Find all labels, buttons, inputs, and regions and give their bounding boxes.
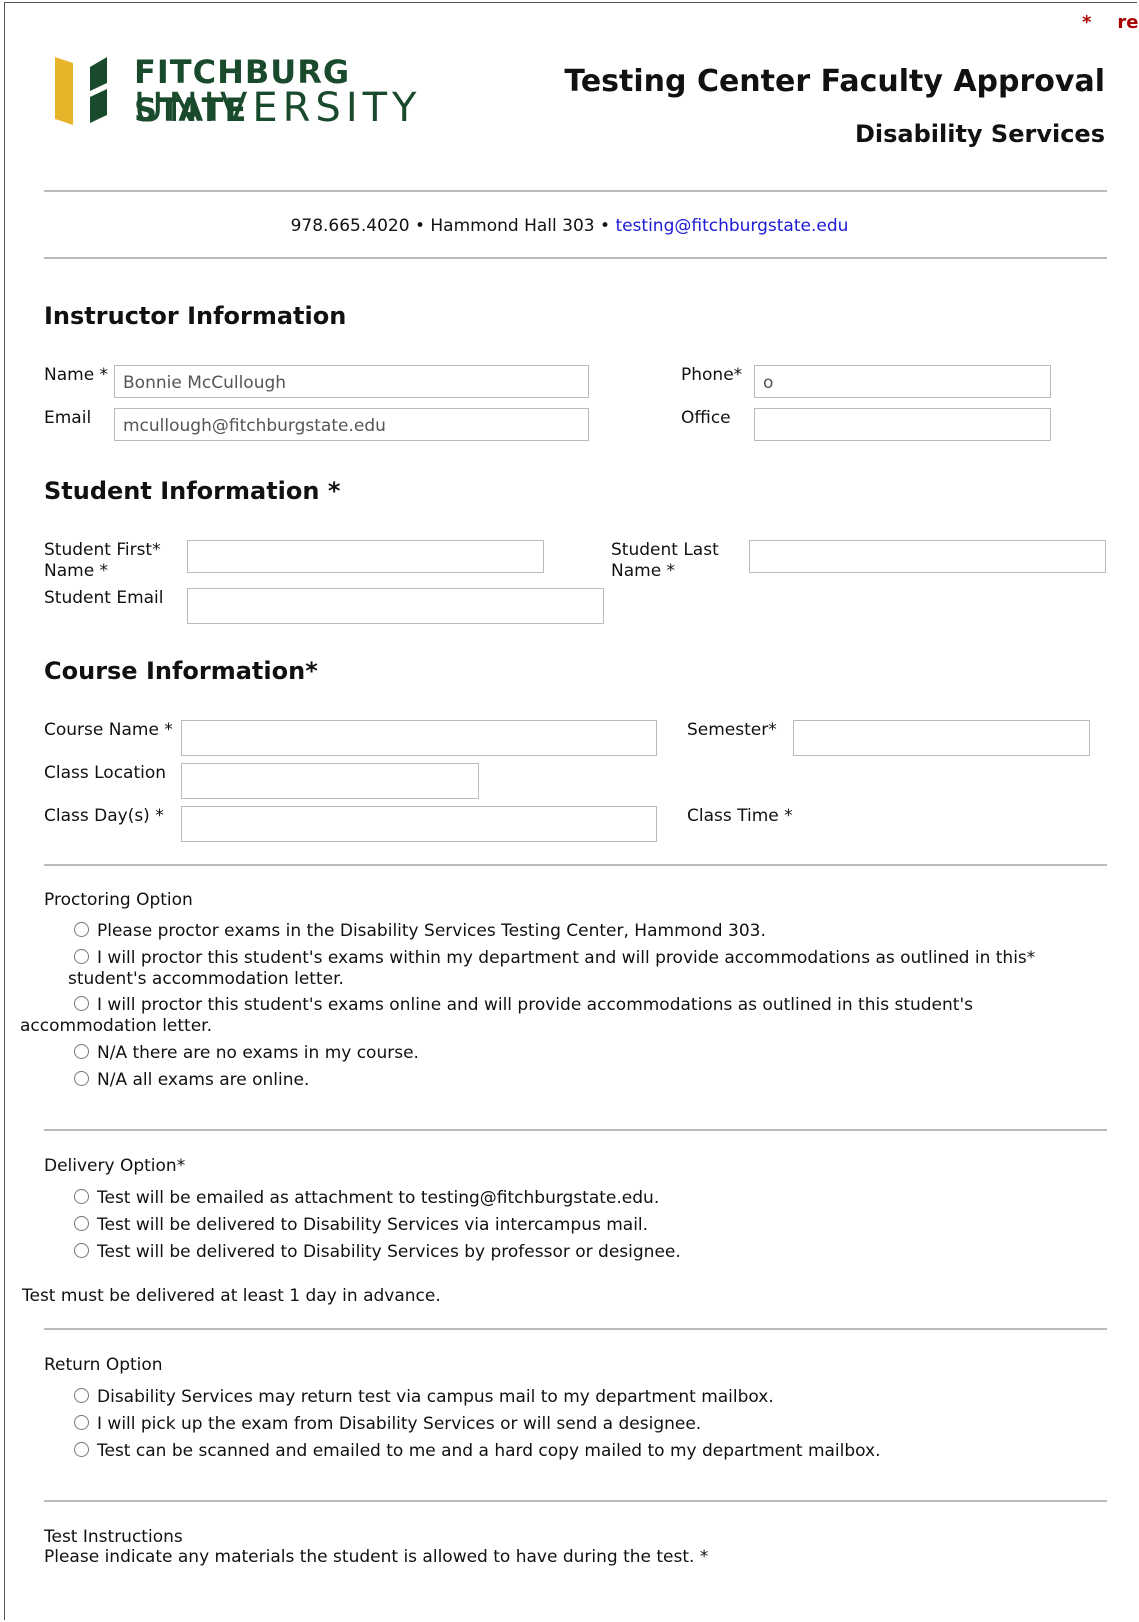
- class-location-label: Class Location: [44, 763, 167, 783]
- divider: [44, 1328, 1107, 1330]
- page-subtitle: Disability Services: [854, 120, 1105, 148]
- fsu-logo: FITCHBURG STATE UNIVERSITY: [55, 53, 435, 135]
- instructions-help: Please indicate any materials the studen…: [44, 1547, 709, 1567]
- delivery-title: Delivery Option*: [44, 1156, 186, 1176]
- instructor-email-label: Email: [44, 408, 92, 428]
- radio-button[interactable]: [74, 1243, 89, 1258]
- contact-email-link[interactable]: testing@fitchburgstate.edu: [615, 216, 848, 236]
- instructor-office-input[interactable]: [754, 408, 1051, 441]
- delivery-option[interactable]: Test will be delivered to Disability Ser…: [74, 1215, 648, 1236]
- option-label: Disability Services may return test via …: [97, 1387, 774, 1407]
- option-label: Test will be emailed as attachment to te…: [97, 1188, 660, 1208]
- instructor-phone-label: Phone*: [681, 365, 743, 385]
- student-first-name-input[interactable]: [187, 540, 544, 573]
- radio-button[interactable]: [74, 1442, 89, 1457]
- option-label: N/A all exams are online.: [97, 1070, 310, 1090]
- divider: [44, 257, 1107, 259]
- option-label: N/A there are no exams in my course.: [97, 1043, 419, 1063]
- semester-label: Semester*: [687, 720, 777, 740]
- instructions-title: Test Instructions: [44, 1527, 183, 1547]
- student-heading: Student Information *: [44, 477, 341, 505]
- instructor-name-input[interactable]: Bonnie McCullough: [114, 365, 589, 398]
- proctoring-option[interactable]: N/A all exams are online.: [74, 1070, 309, 1091]
- radio-button[interactable]: [74, 1216, 89, 1231]
- contact-line: 978.665.4020 • Hammond Hall 303 • testin…: [0, 216, 1139, 236]
- option-label: Test will be delivered to Disability Ser…: [97, 1215, 649, 1235]
- radio-button[interactable]: [74, 1388, 89, 1403]
- proctoring-option[interactable]: I will proctor this student's exams onli…: [20, 995, 1114, 1037]
- instructor-office-label: Office: [681, 408, 731, 428]
- proctoring-option[interactable]: N/A there are no exams in my course.: [74, 1043, 419, 1064]
- divider: [44, 1500, 1107, 1502]
- student-last-name-input[interactable]: [749, 540, 1106, 573]
- instructor-heading: Instructor Information: [44, 302, 347, 330]
- instructor-name-label: Name *: [44, 365, 109, 385]
- radio-button[interactable]: [74, 996, 89, 1011]
- option-label: I will proctor this student's exams onli…: [97, 995, 973, 1015]
- radio-button[interactable]: [74, 1415, 89, 1430]
- proctoring-option[interactable]: Please proctor exams in the Disability S…: [74, 921, 766, 942]
- radio-button[interactable]: [74, 1189, 89, 1204]
- course-name-label: Course Name *: [44, 720, 173, 740]
- proctoring-option[interactable]: I will proctor this student's exams with…: [68, 948, 1074, 990]
- class-days-label: Class Day(s) *: [44, 806, 164, 826]
- student-first-name-label: Student First* Name *: [44, 540, 161, 581]
- option-label: Test can be scanned and emailed to me an…: [97, 1441, 881, 1461]
- class-location-input[interactable]: [181, 763, 479, 799]
- required-marker: * re: [1082, 12, 1139, 33]
- separator: •: [409, 216, 431, 236]
- instructor-phone-input[interactable]: o: [754, 365, 1051, 398]
- class-days-input[interactable]: [181, 806, 657, 842]
- student-email-input[interactable]: [187, 588, 604, 624]
- return-option[interactable]: Test can be scanned and emailed to me an…: [74, 1441, 881, 1462]
- return-title: Return Option: [44, 1355, 163, 1375]
- option-label: Test will be delivered to Disability Ser…: [97, 1242, 681, 1262]
- delivery-option[interactable]: Test will be delivered to Disability Ser…: [74, 1242, 681, 1263]
- contact-address: Hammond Hall 303: [430, 216, 595, 236]
- radio-button[interactable]: [74, 1071, 89, 1086]
- option-label-continued: accommodation letter.: [20, 1016, 213, 1036]
- page-title: Testing Center Faculty Approval: [564, 64, 1105, 99]
- contact-phone: 978.665.4020: [290, 216, 410, 236]
- logo-line2: UNIVERSITY: [134, 85, 422, 131]
- divider: [44, 1129, 1107, 1131]
- proctoring-title: Proctoring Option: [44, 890, 193, 910]
- option-label-continued: student's accommodation letter.: [68, 969, 344, 989]
- return-option[interactable]: Disability Services may return test via …: [74, 1387, 774, 1408]
- option-label: I will pick up the exam from Disability …: [97, 1414, 702, 1434]
- course-name-input[interactable]: [181, 720, 657, 756]
- divider: [44, 190, 1107, 192]
- class-time-label: Class Time *: [687, 806, 793, 826]
- divider: [44, 864, 1107, 866]
- option-label: Please proctor exams in the Disability S…: [97, 921, 766, 941]
- course-heading: Course Information*: [44, 657, 318, 685]
- delivery-option[interactable]: Test will be emailed as attachment to te…: [74, 1188, 659, 1209]
- student-last-name-label: Student Last Name *: [611, 540, 719, 581]
- option-label: I will proctor this student's exams with…: [97, 948, 1036, 968]
- delivery-note: Test must be delivered at least 1 day in…: [22, 1286, 441, 1306]
- separator: •: [594, 216, 616, 236]
- radio-button[interactable]: [74, 922, 89, 937]
- semester-input[interactable]: [793, 720, 1090, 756]
- radio-button[interactable]: [74, 949, 89, 964]
- instructor-email-input[interactable]: mcullough@fitchburgstate.edu: [114, 408, 589, 441]
- student-email-label: Student Email: [44, 588, 164, 608]
- radio-button[interactable]: [74, 1044, 89, 1059]
- return-option[interactable]: I will pick up the exam from Disability …: [74, 1414, 701, 1435]
